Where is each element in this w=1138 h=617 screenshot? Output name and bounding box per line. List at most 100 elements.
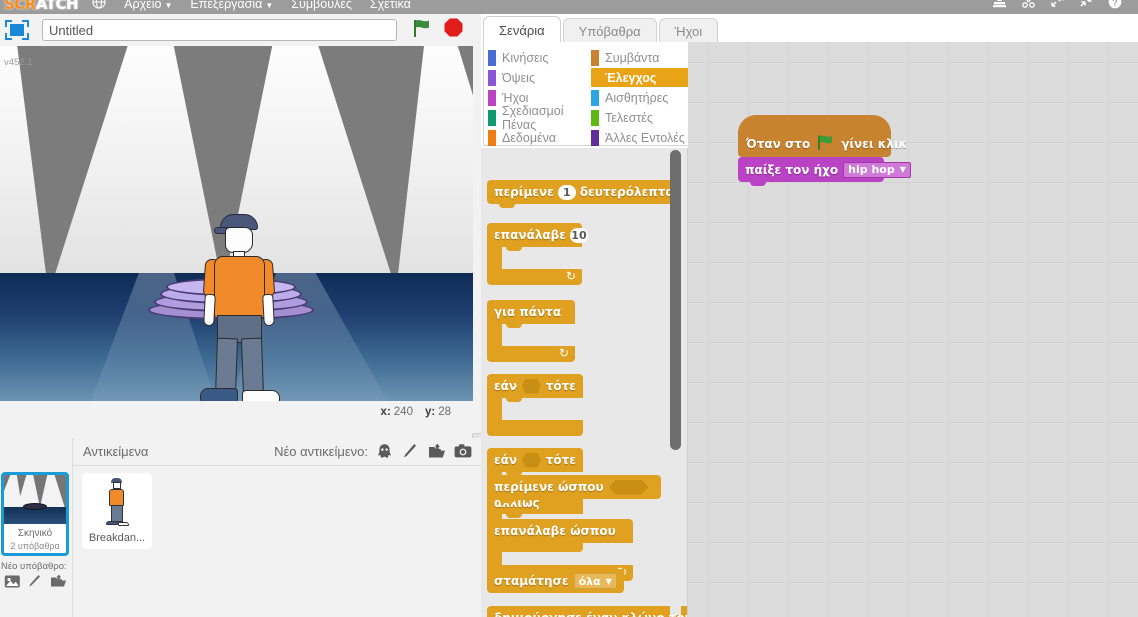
library-icon[interactable] [4, 574, 21, 591]
category-data[interactable]: Δεδομένα [488, 128, 591, 147]
chevron-down-icon: ▼ [605, 576, 612, 586]
chevron-down-icon: ▼ [899, 165, 906, 174]
help-icon[interactable]: ? [1108, 0, 1122, 12]
block-input-wait-until-condition[interactable] [608, 479, 649, 495]
coord-y-label: y: [424, 406, 436, 418]
palette-block-repeat[interactable]: επανάλαβε 10 ↻ [487, 223, 588, 287]
library-icon[interactable] [376, 443, 393, 460]
menu-file[interactable]: Αρχείο ▼ [124, 0, 172, 11]
category-pen[interactable]: Σχεδιασμοί Πένας [488, 104, 591, 132]
stage-thumbnail[interactable]: Σκηνικό 2 υπόβαθρα [1, 472, 69, 556]
tab-scripts-label: Σενάρια [499, 22, 545, 38]
coord-x-value: 240 [393, 406, 413, 418]
fullscreen-icon[interactable] [4, 19, 30, 41]
block-input-wait-seconds[interactable]: 1 [557, 184, 576, 200]
menu-about[interactable]: Σχετικά [370, 0, 411, 11]
menu-bar: SCRATCH Αρχείο ▼ Επεξεργασία ▼ Συμβουλές Σ… [0, 0, 1138, 14]
script-block-play-sound[interactable]: παίξε τον ήχο hip hop ▼ [738, 157, 911, 186]
block-label-repeat: επανάλαβε [494, 228, 566, 242]
category-swatch [591, 109, 599, 126]
category-swatch [488, 109, 496, 126]
loop-arrow-icon: ↻ [565, 269, 576, 283]
palette-block-wait[interactable]: περίμενε 1 δευτερόλεπτα [487, 180, 681, 208]
editor-tabs: Σενάρια Υπόβαθρα Ήχοι [481, 16, 720, 43]
palette-scrollbar-thumb[interactable] [670, 150, 681, 450]
stop-sign-icon[interactable] [443, 17, 464, 43]
paint-icon[interactable] [402, 443, 419, 460]
scripts-canvas[interactable]: Όταν στο γίνει κλικ παίξε τον ήχο hip ho… [688, 42, 1138, 617]
new-sprite-icons [376, 443, 472, 460]
palette-block-forever[interactable]: για πάντα ↻ [487, 300, 575, 364]
palette-block-create-clone[interactable]: δημιούργησε έναν κλώνο του Βι [487, 606, 687, 617]
block-label-forever: για πάντα [494, 305, 562, 319]
category-looks-label: Όψεις [502, 70, 535, 85]
palette-block-if[interactable]: εάν τότε [487, 374, 583, 438]
upload-icon[interactable] [428, 443, 445, 460]
category-motion[interactable]: Κινήσεις [488, 48, 591, 67]
menu-about-label: Σχετικά [369, 0, 411, 11]
category-operators[interactable]: Τελεστές [591, 108, 694, 127]
block-input-repeat-times[interactable]: 10 [569, 227, 588, 243]
category-sound-label: Ήχοι [502, 90, 529, 105]
shrink-icon[interactable] [1079, 0, 1094, 12]
sprite-name: Breakdan... [88, 532, 146, 544]
svg-text:?: ? [1112, 0, 1118, 8]
block-label-clicked: γίνει κλικ [841, 137, 908, 151]
block-dropdown-sound-option[interactable]: hip hop ▼ [843, 161, 911, 178]
category-motion-label: Κινήσεις [502, 50, 549, 65]
sprite-pane: Σκηνικό 2 υπόβαθρα Νέο υπόβαθρο: Αντικεί… [0, 438, 481, 617]
category-sensing[interactable]: Αισθητήρες [591, 88, 694, 107]
category-events[interactable]: Συμβάντα [591, 48, 694, 67]
menu-tips-label: Συμβουλές [291, 0, 352, 11]
coord-y-value: 28 [438, 406, 451, 418]
camera-icon[interactable] [454, 443, 472, 460]
block-palette[interactable]: περίμενε 1 δευτερόλεπτα επανάλαβε 10 ↻ γ… [481, 148, 688, 617]
script-block-when-flag-clicked[interactable]: Όταν στο γίνει κλικ [738, 115, 907, 161]
project-title-input[interactable] [42, 19, 397, 41]
globe-icon[interactable] [92, 0, 106, 12]
paint-icon[interactable] [27, 574, 44, 591]
stage-canvas[interactable] [0, 46, 473, 401]
loop-arrow-icon: ↻ [558, 346, 569, 360]
category-more-blocks[interactable]: Άλλες Εντολές [591, 128, 694, 147]
block-label-play-sound: παίξε τον ήχο [745, 162, 839, 177]
script-stack[interactable]: Όταν στο γίνει κλικ παίξε τον ήχο hip ho… [738, 115, 911, 186]
category-data-label: Δεδομένα [502, 130, 557, 145]
block-dropdown-stop-option[interactable]: όλα ▼ [573, 573, 617, 589]
block-label-create-clone: δημιούργησε έναν κλώνο του [494, 611, 687, 617]
stage-selector-pane: Σκηνικό 2 υπόβαθρα Νέο υπόβαθρο: [0, 438, 90, 617]
menu-tips[interactable]: Συμβουλές [291, 0, 352, 11]
tab-sounds[interactable]: Ήχοι [658, 18, 719, 43]
breakdancer-sprite[interactable] [192, 214, 288, 401]
category-swatch [488, 49, 496, 66]
category-looks[interactable]: Όψεις [488, 68, 591, 87]
upload-icon[interactable] [50, 574, 67, 591]
category-swatch [488, 89, 496, 106]
menu-edit[interactable]: Επεξεργασία ▼ [190, 0, 273, 11]
stage-thumbnail-label: Σκηνικό 2 υπόβαθρα [4, 524, 66, 552]
category-control[interactable]: Έλεγχος [591, 68, 694, 87]
block-label-seconds: δευτερόλεπτα [579, 185, 674, 199]
stamp-icon[interactable] [992, 0, 1007, 12]
category-swatch [591, 69, 599, 86]
category-swatch [591, 129, 599, 146]
block-input-if-condition[interactable] [522, 378, 541, 394]
sprite-list-pane: Αντικείμενα Νέο αντικείμενο: Breakdan... [72, 438, 481, 617]
stage-thumbnail-image [4, 475, 66, 524]
palette-block-wait-until[interactable]: περίμενε ώσπου [487, 475, 661, 503]
scratch-logo[interactable]: SCRATCH [4, 0, 79, 13]
scratch-ide: SCRATCH Αρχείο ▼ Επεξεργασία ▼ Συμβουλές Σ… [0, 0, 1138, 617]
stage-header [0, 14, 481, 46]
tab-scripts[interactable]: Σενάρια [483, 16, 561, 43]
block-label-when: Όταν στο [746, 137, 811, 151]
category-swatch [488, 129, 496, 146]
sprite-list-item[interactable]: Breakdan... [81, 472, 153, 550]
grow-icon[interactable] [1050, 0, 1065, 12]
version-label: v452.1 [4, 57, 33, 68]
tab-backdrops[interactable]: Υπόβαθρα [562, 18, 657, 43]
chevron-down-icon: ▼ [265, 0, 274, 10]
cut-icon[interactable] [1021, 0, 1036, 12]
palette-block-stop[interactable]: σταμάτησε όλα ▼ [487, 569, 624, 593]
block-input-if-condition[interactable] [522, 452, 541, 468]
green-flag-icon[interactable] [411, 17, 433, 44]
